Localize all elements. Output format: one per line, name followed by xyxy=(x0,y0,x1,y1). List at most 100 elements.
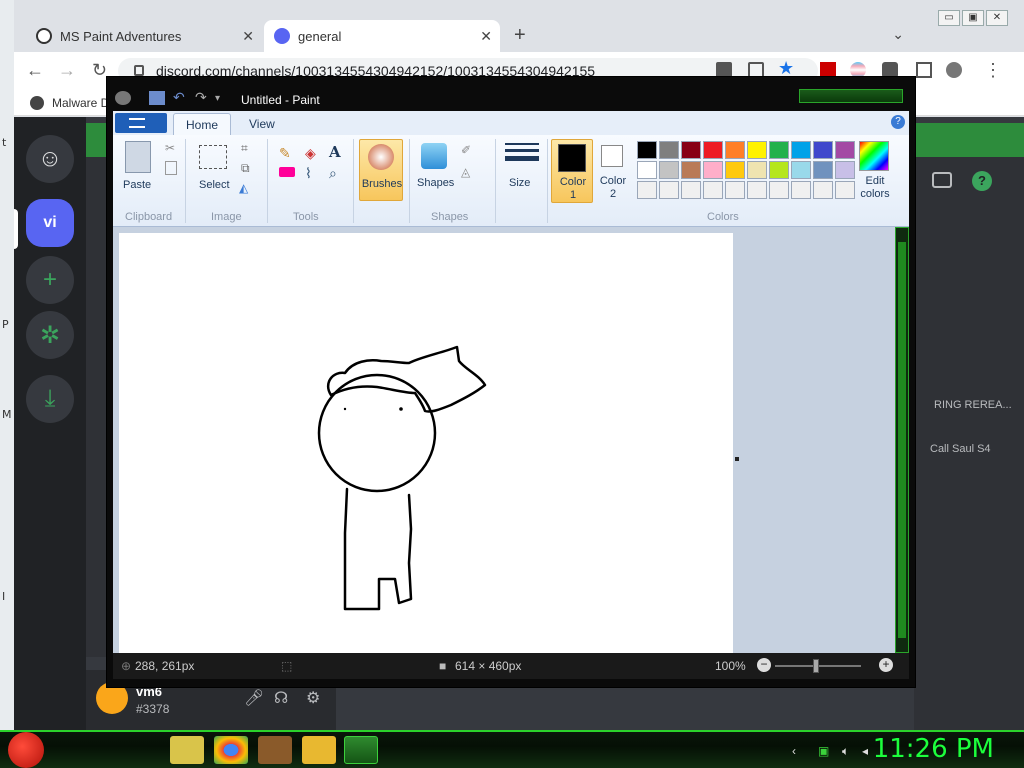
shapes-label[interactable]: Shapes xyxy=(417,177,454,189)
palette-swatch[interactable] xyxy=(835,161,855,179)
clipboard-icon[interactable] xyxy=(125,141,151,173)
redo-icon[interactable]: ↷ xyxy=(195,89,211,105)
inbox-icon[interactable] xyxy=(932,172,952,188)
maximize-button[interactable]: ▣ xyxy=(962,10,984,26)
copy-icon[interactable] xyxy=(165,161,177,175)
outline-icon[interactable]: ✐ xyxy=(461,143,471,157)
edit-colors-icon[interactable] xyxy=(859,141,889,171)
palette-swatch[interactable] xyxy=(703,141,723,159)
palette-swatch[interactable] xyxy=(681,161,701,179)
palette-swatch[interactable] xyxy=(659,141,679,159)
crop-icon[interactable]: ⌗ xyxy=(241,141,248,156)
palette-swatch[interactable] xyxy=(769,141,789,159)
paint-taskbar-icon[interactable] xyxy=(344,736,378,764)
palette-swatch[interactable] xyxy=(835,181,855,199)
star-icon[interactable]: ★ xyxy=(778,58,794,78)
back-arrow-icon[interactable]: ← xyxy=(26,60,44,81)
rotate-icon[interactable]: ◭ xyxy=(239,181,248,195)
paste-label[interactable]: Paste xyxy=(123,179,151,191)
palette-swatch[interactable] xyxy=(769,181,789,199)
resize-handle[interactable] xyxy=(735,457,739,461)
palette-swatch[interactable] xyxy=(791,141,811,159)
palette-swatch[interactable] xyxy=(725,161,745,179)
help-icon[interactable]: ? xyxy=(891,115,905,129)
zoom-out-button[interactable]: − xyxy=(757,658,771,672)
customize-icon[interactable]: ▾ xyxy=(215,93,231,107)
download-icon[interactable]: ⤓ xyxy=(26,375,74,423)
palette-swatch[interactable] xyxy=(769,161,789,179)
palette-swatch[interactable] xyxy=(637,141,657,159)
microphone-icon[interactable]: 🎤︎ xyxy=(244,688,264,708)
close-icon[interactable]: ✕ xyxy=(480,28,492,45)
zoom-slider-thumb[interactable] xyxy=(813,659,819,673)
forward-arrow-icon[interactable]: → xyxy=(58,60,76,81)
paint-window-controls[interactable] xyxy=(799,89,903,103)
size-icon[interactable] xyxy=(505,143,539,161)
new-tab-icon[interactable]: + xyxy=(514,24,526,47)
palette-swatch[interactable] xyxy=(835,141,855,159)
palette-swatch[interactable] xyxy=(747,161,767,179)
file-menu-button[interactable] xyxy=(115,113,167,133)
palette-swatch[interactable] xyxy=(813,181,833,199)
palette-swatch[interactable] xyxy=(681,141,701,159)
chrome-taskbar-icon[interactable] xyxy=(214,736,248,764)
tab-view[interactable]: View xyxy=(237,113,287,135)
network-icon[interactable]: ▣ xyxy=(818,744,829,758)
app2-taskbar-icon[interactable] xyxy=(302,736,336,764)
guild-vi[interactable]: vi xyxy=(26,199,74,247)
tray-chevron-icon[interactable]: ‹ xyxy=(792,744,796,758)
compass-icon[interactable]: ✲ xyxy=(26,311,74,359)
palette-swatch[interactable] xyxy=(637,181,657,199)
palette-swatch[interactable] xyxy=(703,161,723,179)
resize-icon[interactable]: ⧉ xyxy=(241,161,250,176)
vertical-scrollbar[interactable] xyxy=(895,227,909,653)
brushes-button[interactable]: Brushes xyxy=(359,139,403,201)
close-icon[interactable]: ✕ xyxy=(242,28,254,45)
text-icon[interactable]: A xyxy=(329,143,341,161)
palette-swatch[interactable] xyxy=(813,141,833,159)
pencil-icon[interactable]: ✎ xyxy=(279,145,291,162)
tray-indicator-icon[interactable]: ◂ xyxy=(862,744,868,758)
app-taskbar-icon[interactable] xyxy=(258,736,292,764)
select-icon[interactable] xyxy=(199,145,227,169)
profile-avatar[interactable] xyxy=(946,62,962,78)
palette-swatch[interactable] xyxy=(791,181,811,199)
palette-swatch[interactable] xyxy=(791,161,811,179)
tab-home[interactable]: Home xyxy=(173,113,232,135)
gear-icon[interactable]: ⚙ xyxy=(306,688,320,708)
volume-icon[interactable]: 🔈︎ xyxy=(842,744,849,759)
tab-general[interactable]: general ✕ xyxy=(264,20,500,52)
bookmark-malware[interactable]: Malware D xyxy=(52,96,109,110)
save-icon[interactable] xyxy=(149,91,165,105)
help-icon[interactable]: ? xyxy=(972,171,992,191)
color-picker-icon[interactable]: ⌇ xyxy=(305,165,312,182)
color1-button[interactable]: Color 1 xyxy=(551,139,593,203)
drawing-canvas[interactable] xyxy=(119,233,733,653)
add-server-icon[interactable]: + xyxy=(26,256,74,304)
palette-swatch[interactable] xyxy=(703,181,723,199)
start-button-angry-bird-icon[interactable] xyxy=(8,732,44,768)
color2-label[interactable]: Color xyxy=(593,175,633,187)
reload-icon[interactable]: ↻ xyxy=(92,60,107,81)
paint-app-icon[interactable] xyxy=(115,91,131,105)
palette-swatch[interactable] xyxy=(637,161,657,179)
palette-swatch[interactable] xyxy=(659,161,679,179)
palette-swatch[interactable] xyxy=(659,181,679,199)
palette-swatch[interactable] xyxy=(747,141,767,159)
select-label[interactable]: Select xyxy=(199,179,230,191)
undo-icon[interactable]: ↶ xyxy=(173,89,189,105)
palette-swatch[interactable] xyxy=(813,161,833,179)
discord-home-icon[interactable]: ☺ xyxy=(26,135,74,183)
palette-swatch[interactable] xyxy=(725,141,745,159)
zoom-in-button[interactable]: + xyxy=(879,658,893,672)
taskbar-clock[interactable]: 11:26 PM xyxy=(873,734,994,764)
tab-ms-paint-adventures[interactable]: MS Paint Adventures ✕ xyxy=(26,20,262,52)
file-explorer-icon[interactable] xyxy=(170,736,204,764)
chevron-down-icon[interactable]: ⌄ xyxy=(892,26,904,43)
fill-shape-icon[interactable]: ◬ xyxy=(461,165,470,179)
more-menu-icon[interactable]: ⋮ xyxy=(984,60,1002,81)
palette-swatch[interactable] xyxy=(747,181,767,199)
scissors-icon[interactable]: ✂ xyxy=(165,141,175,155)
scrollbar-thumb[interactable] xyxy=(898,242,906,638)
close-window-button[interactable]: ✕ xyxy=(986,10,1008,26)
